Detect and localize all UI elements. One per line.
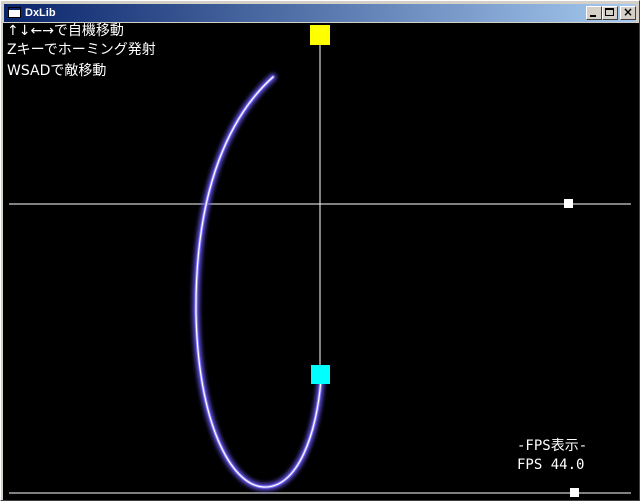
player-ship [311,365,330,384]
close-button[interactable]: × [620,5,636,20]
maximize-icon [605,8,614,16]
maximize-button[interactable] [602,6,618,20]
horizontal-marker [564,199,573,208]
control-hint-move: ↑↓←→で自機移動 [7,23,124,39]
close-icon: × [622,5,634,19]
window-title: DxLib [25,7,56,19]
bottom-marker [570,488,579,497]
minimize-icon [590,15,596,17]
title-bar[interactable]: DxLib × [4,4,636,22]
fps-label: -FPS表示- [517,438,588,454]
fps-readout: FPS 44.0 [517,457,585,473]
window-icon[interactable] [8,7,21,18]
homing-trail-glow [192,73,325,491]
app-window: DxLib × ↑↓←→で自機移動 Zキーでホーミング発射 WSADで敵移動 -… [0,0,640,501]
game-canvas [9,25,631,497]
game-screen[interactable]: ↑↓←→で自機移動 Zキーでホーミング発射 WSADで敵移動 -FPS表示- F… [3,23,639,500]
minimize-button[interactable] [586,6,602,20]
control-hint-enemy: WSADで敵移動 [7,63,107,79]
enemy-ship [310,25,330,45]
control-hint-fire: Zキーでホーミング発射 [7,42,156,58]
